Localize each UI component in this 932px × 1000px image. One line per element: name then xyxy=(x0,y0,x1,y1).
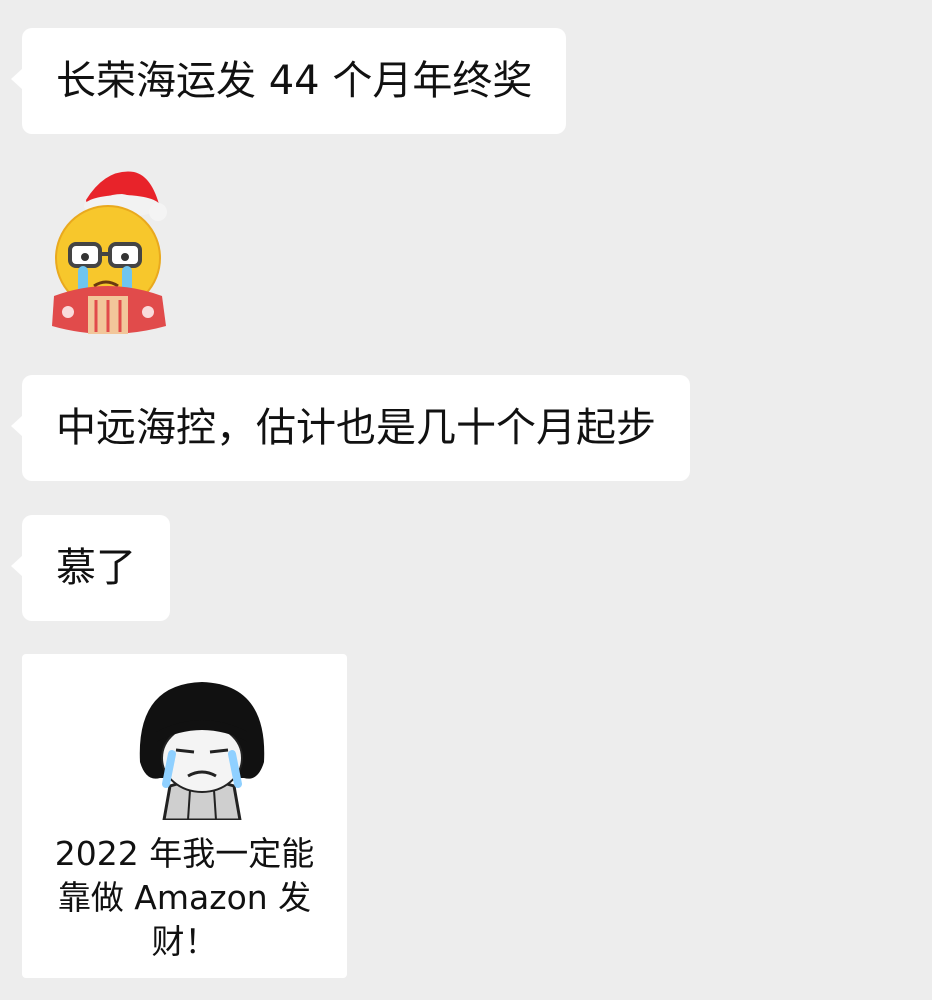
message-bubble[interactable]: 慕了 xyxy=(11,515,170,621)
crying-santa-emoji-icon[interactable] xyxy=(48,166,178,338)
message-bubble[interactable]: 中远海控，估计也是几十个月起步 xyxy=(11,375,690,481)
message-bubble[interactable]: 长荣海运发 44 个月年终奖 xyxy=(10,28,567,134)
crying-bowl-cut-meme-icon xyxy=(130,678,274,822)
meme-caption: 2022 年我一定能 靠做 Amazon 发 财！ xyxy=(54,834,315,961)
message-text: 中远海控，估计也是几十个月起步 xyxy=(56,405,656,451)
message-text: 长荣海运发 44 个月年终奖 xyxy=(56,58,533,104)
message-text: 慕了 xyxy=(56,545,136,591)
meme-image[interactable]: 2022 年我一定能 靠做 Amazon 发 财！ xyxy=(22,654,347,978)
